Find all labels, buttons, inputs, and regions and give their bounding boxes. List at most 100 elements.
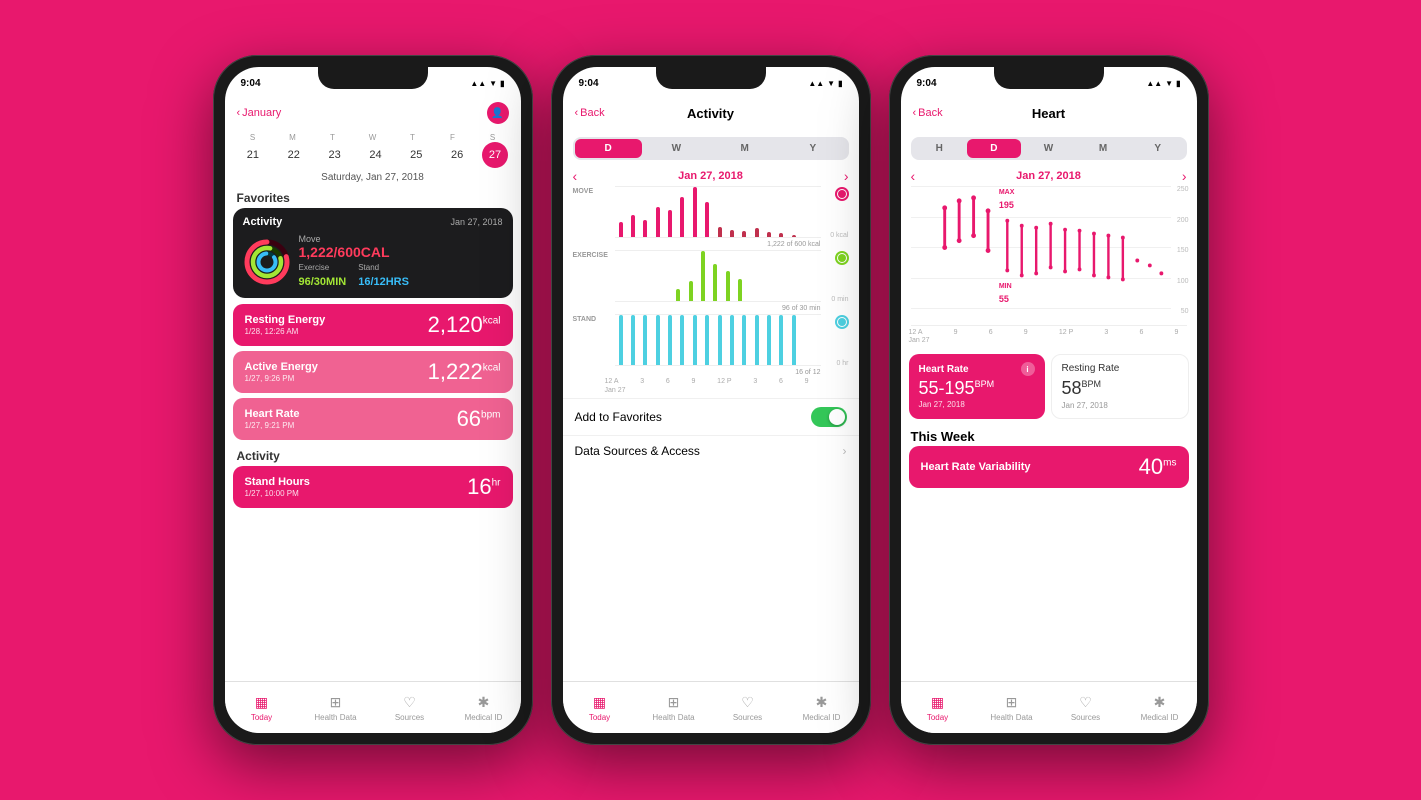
resting-rate-title: Resting Rate <box>1062 363 1178 374</box>
nav-back-1[interactable]: ‹ January <box>237 107 282 119</box>
nav-title-3: Heart <box>1032 106 1065 121</box>
seg-w-2[interactable]: W <box>643 139 710 158</box>
tab-medical-3[interactable]: ✱ Medical ID <box>1123 682 1197 733</box>
tab-sources-3[interactable]: ♡ Sources <box>1049 682 1123 733</box>
move-chart: 0 kcal <box>615 186 821 238</box>
cal-dates-row: 21 22 23 24 25 26 27 <box>233 142 513 168</box>
today-icon-1: ▦ <box>255 694 268 711</box>
seg-h-3[interactable]: H <box>913 139 967 158</box>
favorites-header: Favorites <box>225 187 521 208</box>
prev-arrow-2[interactable]: ‹ <box>573 168 578 184</box>
time-1: 9:04 <box>241 78 261 89</box>
stand-hours-card[interactable]: Stand Hours 1/27, 10:00 PM 16hr <box>233 466 513 508</box>
avatar-1[interactable]: 👤 <box>487 102 509 124</box>
add-to-favorites-label: Add to Favorites <box>575 410 662 424</box>
signal-icon-2: ▲▲ <box>808 79 824 88</box>
activity-charts: MOVE <box>563 186 859 376</box>
battery-icon-2: ▮ <box>838 79 842 88</box>
medical-icon-2: ✱ <box>816 694 828 711</box>
next-arrow-3[interactable]: › <box>1182 168 1187 184</box>
tab-medical-2[interactable]: ✱ Medical ID <box>785 682 859 733</box>
seg-w-3[interactable]: W <box>1022 139 1076 158</box>
chevron-left-icon-1: ‹ <box>237 107 241 119</box>
tab-bar-1: ▦ Today ⊞ Health Data ♡ Sources ✱ Medica… <box>225 681 521 733</box>
heart-info-icon[interactable]: i <box>1021 362 1035 376</box>
resting-energy-card[interactable]: Resting Energy 1/28, 12:26 AM 2,120kcal <box>233 304 513 346</box>
phone-2: 9:04 ▲▲ ▼ ▮ ‹ Back Activity D W M <box>551 55 871 745</box>
add-to-favorites-row[interactable]: Add to Favorites <box>563 398 859 435</box>
tab-health-data-2[interactable]: ⊞ Health Data <box>637 682 711 733</box>
notch-3 <box>994 67 1104 89</box>
heart-rate-title: Heart Rate <box>919 364 969 375</box>
nav-bar-3: ‹ Back Heart <box>901 95 1197 131</box>
health-data-icon-1: ⊞ <box>330 694 342 711</box>
nav-bar-2: ‹ Back Activity <box>563 95 859 131</box>
time-2: 9:04 <box>579 78 599 89</box>
time-3: 9:04 <box>917 78 937 89</box>
tab-sources-1[interactable]: ♡ Sources <box>373 682 447 733</box>
seg-d-2[interactable]: D <box>575 139 642 158</box>
chevron-left-icon-2: ‹ <box>575 107 579 119</box>
prev-arrow-3[interactable]: ‹ <box>911 168 916 184</box>
tab-bar-2: ▦ Today ⊞ Health Data ♡ Sources ✱ Medica… <box>563 681 859 733</box>
wifi-icon-2: ▼ <box>827 79 835 88</box>
resting-rate-date: Jan 27, 2018 <box>1062 401 1178 410</box>
tab-today-2[interactable]: ▦ Today <box>563 682 637 733</box>
move-chart-row: MOVE <box>573 186 849 238</box>
date-label-1: Saturday, Jan 27, 2018 <box>225 170 521 187</box>
active-energy-card[interactable]: Active Energy 1/27, 9:26 PM 1,222kcal <box>233 351 513 393</box>
tab-medical-1[interactable]: ✱ Medical ID <box>447 682 521 733</box>
chevron-left-icon-3: ‹ <box>913 107 917 119</box>
heart-rate-card-1[interactable]: Heart Rate 1/27, 9:21 PM 66bpm <box>233 398 513 440</box>
tab-today-3[interactable]: ▦ Today <box>901 682 975 733</box>
favorites-toggle[interactable] <box>811 407 847 427</box>
activity-card-1[interactable]: Activity Jan 27, 2018 <box>233 208 513 298</box>
phone-3-screen: 9:04 ▲▲ ▼ ▮ ‹ Back Heart H D W <box>901 67 1197 733</box>
today-icon-3: ▦ <box>931 694 944 711</box>
exercise-chart-row: EXERCISE 0 min <box>573 250 849 302</box>
phone-2-screen: 9:04 ▲▲ ▼ ▮ ‹ Back Activity D W M <box>563 67 859 733</box>
tab-health-data-1[interactable]: ⊞ Health Data <box>299 682 373 733</box>
medical-icon-1: ✱ <box>478 694 490 711</box>
health-data-icon-2: ⊞ <box>668 694 680 711</box>
sources-icon-2: ♡ <box>741 694 754 711</box>
heart-cards-row: Heart Rate i 55-195BPM Jan 27, 2018 Rest… <box>901 348 1197 425</box>
segment-3: H D W M Y <box>911 137 1187 160</box>
resting-rate-card[interactable]: Resting Rate 58BPM Jan 27, 2018 <box>1051 354 1189 419</box>
activity-title: Activity <box>243 216 283 228</box>
medical-icon-3: ✱ <box>1154 694 1166 711</box>
seg-m-2[interactable]: M <box>711 139 778 158</box>
battery-icon-1: ▮ <box>500 79 504 88</box>
this-week-header: This Week <box>901 425 1197 446</box>
stand-chart-row: STAND <box>573 314 849 366</box>
seg-m-3[interactable]: M <box>1076 139 1130 158</box>
nav-back-3[interactable]: ‹ Back <box>913 107 943 119</box>
tab-sources-2[interactable]: ♡ Sources <box>711 682 785 733</box>
phone-1-screen: 9:04 ▲▲ ▼ ▮ ‹ January 👤 S M <box>225 67 521 733</box>
tab-today-1[interactable]: ▦ Today <box>225 682 299 733</box>
heart-rate-main-card[interactable]: Heart Rate i 55-195BPM Jan 27, 2018 <box>909 354 1045 419</box>
health-data-icon-3: ⊞ <box>1006 694 1018 711</box>
jan-27-label-2: Jan 27 <box>563 387 859 394</box>
signal-icon-1: ▲▲ <box>470 79 486 88</box>
calendar-1: S M T W T F S 21 22 23 24 25 26 27 <box>225 131 521 170</box>
tab-health-data-3[interactable]: ⊞ Health Data <box>975 682 1049 733</box>
hrv-label: Heart Rate Variability <box>921 461 1031 473</box>
activity-rings <box>243 238 291 286</box>
next-arrow-2[interactable]: › <box>844 168 849 184</box>
stand-chart: 0 hr <box>615 314 821 366</box>
data-sources-row[interactable]: Data Sources & Access › <box>563 435 859 466</box>
tab-bar-3: ▦ Today ⊞ Health Data ♡ Sources ✱ Medica… <box>901 681 1197 733</box>
jan-27-label-3: Jan 27 <box>901 337 1197 344</box>
back-label-2: Back <box>580 107 604 119</box>
hrv-card[interactable]: Heart Rate Variability 40ms <box>909 446 1189 488</box>
seg-y-3[interactable]: Y <box>1131 139 1185 158</box>
phones-container: 9:04 ▲▲ ▼ ▮ ‹ January 👤 S M <box>213 55 1209 745</box>
today-icon-2: ▦ <box>593 694 606 711</box>
heart-rate-date: Jan 27, 2018 <box>919 400 1035 409</box>
phone-1: 9:04 ▲▲ ▼ ▮ ‹ January 👤 S M <box>213 55 533 745</box>
nav-back-2[interactable]: ‹ Back <box>575 107 605 119</box>
seg-y-2[interactable]: Y <box>779 139 846 158</box>
seg-d-3[interactable]: D <box>967 139 1021 158</box>
segment-2: D W M Y <box>573 137 849 160</box>
